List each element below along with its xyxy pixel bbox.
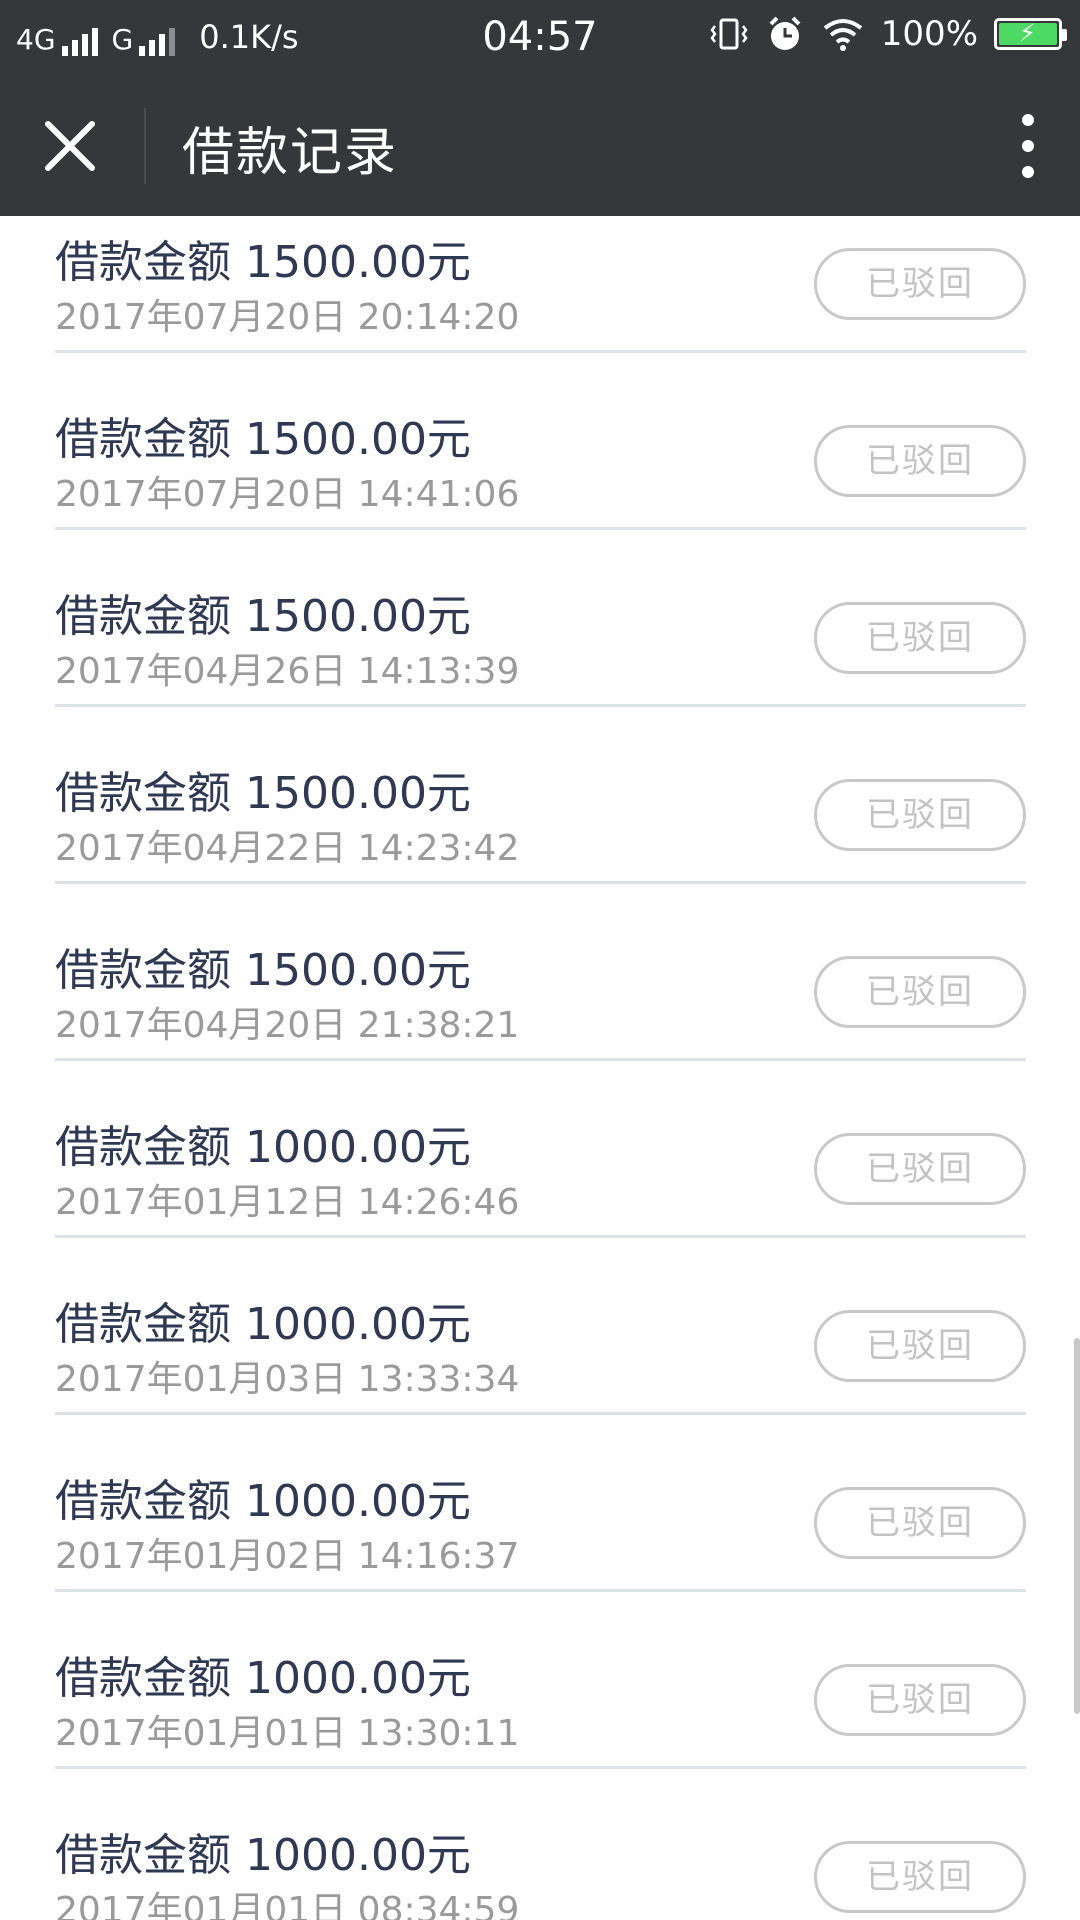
- list-item[interactable]: 借款金额 1500.00元 2017年07月20日 20:14:20 已驳回: [55, 216, 1026, 353]
- loan-amount: 借款金额 1000.00元: [55, 1476, 471, 1527]
- list-item[interactable]: 借款金额 1000.00元 2017年01月01日 13:30:11 已驳回: [55, 1592, 1026, 1769]
- loan-date: 2017年01月01日 13:30:11: [55, 1713, 520, 1754]
- status-bar: 4G G 0.1K/s 04:57 100% ⚡: [0, 0, 1080, 76]
- page-title: 借款记录: [182, 123, 399, 183]
- status-badge-rejected[interactable]: 已驳回: [814, 1310, 1026, 1382]
- list-item[interactable]: 借款金额 1000.00元 2017年01月03日 13:33:34 已驳回: [55, 1238, 1026, 1415]
- list-item[interactable]: 借款金额 1500.00元 2017年04月20日 21:38:21 已驳回: [55, 884, 1026, 1061]
- loan-date: 2017年01月02日 14:16:37: [55, 1536, 520, 1577]
- status-badge-rejected[interactable]: 已驳回: [814, 779, 1026, 851]
- loan-date: 2017年01月01日 08:34:59: [55, 1890, 520, 1920]
- loan-date: 2017年04月26日 14:13:39: [55, 651, 520, 692]
- vibrate-icon: [710, 18, 748, 50]
- loan-date: 2017年01月12日 14:26:46: [55, 1182, 520, 1223]
- list-item[interactable]: 借款金额 1000.00元 2017年01月12日 14:26:46 已驳回: [55, 1061, 1026, 1238]
- status-badge-rejected[interactable]: 已驳回: [814, 1133, 1026, 1205]
- loan-amount: 借款金额 1500.00元: [55, 768, 471, 819]
- list-item[interactable]: 借款金额 1000.00元 2017年01月01日 08:34:59 已驳回: [55, 1769, 1026, 1920]
- alarm-icon: [769, 16, 801, 50]
- list-item[interactable]: 借款金额 1500.00元 2017年04月22日 14:23:42 已驳回: [55, 707, 1026, 884]
- loan-amount: 借款金额 1000.00元: [55, 1299, 471, 1350]
- status-icons: 100% ⚡: [709, 14, 1067, 54]
- status-badge-rejected[interactable]: 已驳回: [814, 425, 1026, 497]
- status-badge-rejected[interactable]: 已驳回: [814, 602, 1026, 674]
- loan-date: 2017年04月20日 21:38:21: [55, 1005, 520, 1046]
- list-item[interactable]: 借款金额 1000.00元 2017年01月02日 14:16:37 已驳回: [55, 1415, 1026, 1592]
- nav-bar: 借款记录: [0, 76, 1080, 216]
- loan-amount: 借款金额 1000.00元: [55, 1830, 471, 1881]
- status-badge-rejected[interactable]: 已驳回: [814, 1487, 1026, 1559]
- loan-record-list-inner: 借款金额 1500.00元 2017年07月20日 20:14:20 已驳回 借款金额…: [0, 216, 1080, 1920]
- list-item[interactable]: 借款金额 1500.00元 2017年07月20日 14:41:06 已驳回: [55, 353, 1026, 530]
- scrollbar[interactable]: [1074, 1338, 1080, 1714]
- close-icon: [45, 121, 95, 171]
- wifi-icon: [823, 19, 863, 51]
- status-badge-rejected[interactable]: 已驳回: [814, 1664, 1026, 1736]
- more-button[interactable]: [1016, 108, 1040, 184]
- loan-date: 2017年07月20日 20:14:20: [55, 297, 520, 338]
- more-vertical-icon: [1022, 114, 1034, 126]
- battery-percent: 100%: [880, 14, 978, 54]
- loan-amount: 借款金额 1000.00元: [55, 1122, 471, 1173]
- status-badge-rejected[interactable]: 已驳回: [814, 956, 1026, 1028]
- loan-date: 2017年01月03日 13:33:34: [55, 1359, 520, 1400]
- loan-date: 2017年04月22日 14:23:42: [55, 828, 520, 869]
- loan-record-list[interactable]: 借款金额 1500.00元 2017年07月20日 20:14:20 已驳回 借款金额…: [0, 216, 1080, 1920]
- loan-amount: 借款金额 1500.00元: [55, 591, 471, 642]
- battery-icon: ⚡: [994, 18, 1067, 50]
- loan-amount: 借款金额 1000.00元: [55, 1653, 471, 1704]
- loan-amount: 借款金额 1500.00元: [55, 237, 471, 288]
- list-item[interactable]: 借款金额 1500.00元 2017年04月26日 14:13:39 已驳回: [55, 530, 1026, 707]
- loan-date: 2017年07月20日 14:41:06: [55, 474, 520, 515]
- close-button[interactable]: [40, 116, 100, 176]
- loan-amount: 借款金额 1500.00元: [55, 414, 471, 465]
- nav-divider: [144, 108, 146, 184]
- status-badge-rejected[interactable]: 已驳回: [814, 248, 1026, 320]
- loan-amount: 借款金额 1500.00元: [55, 945, 471, 996]
- status-badge-rejected[interactable]: 已驳回: [814, 1841, 1026, 1913]
